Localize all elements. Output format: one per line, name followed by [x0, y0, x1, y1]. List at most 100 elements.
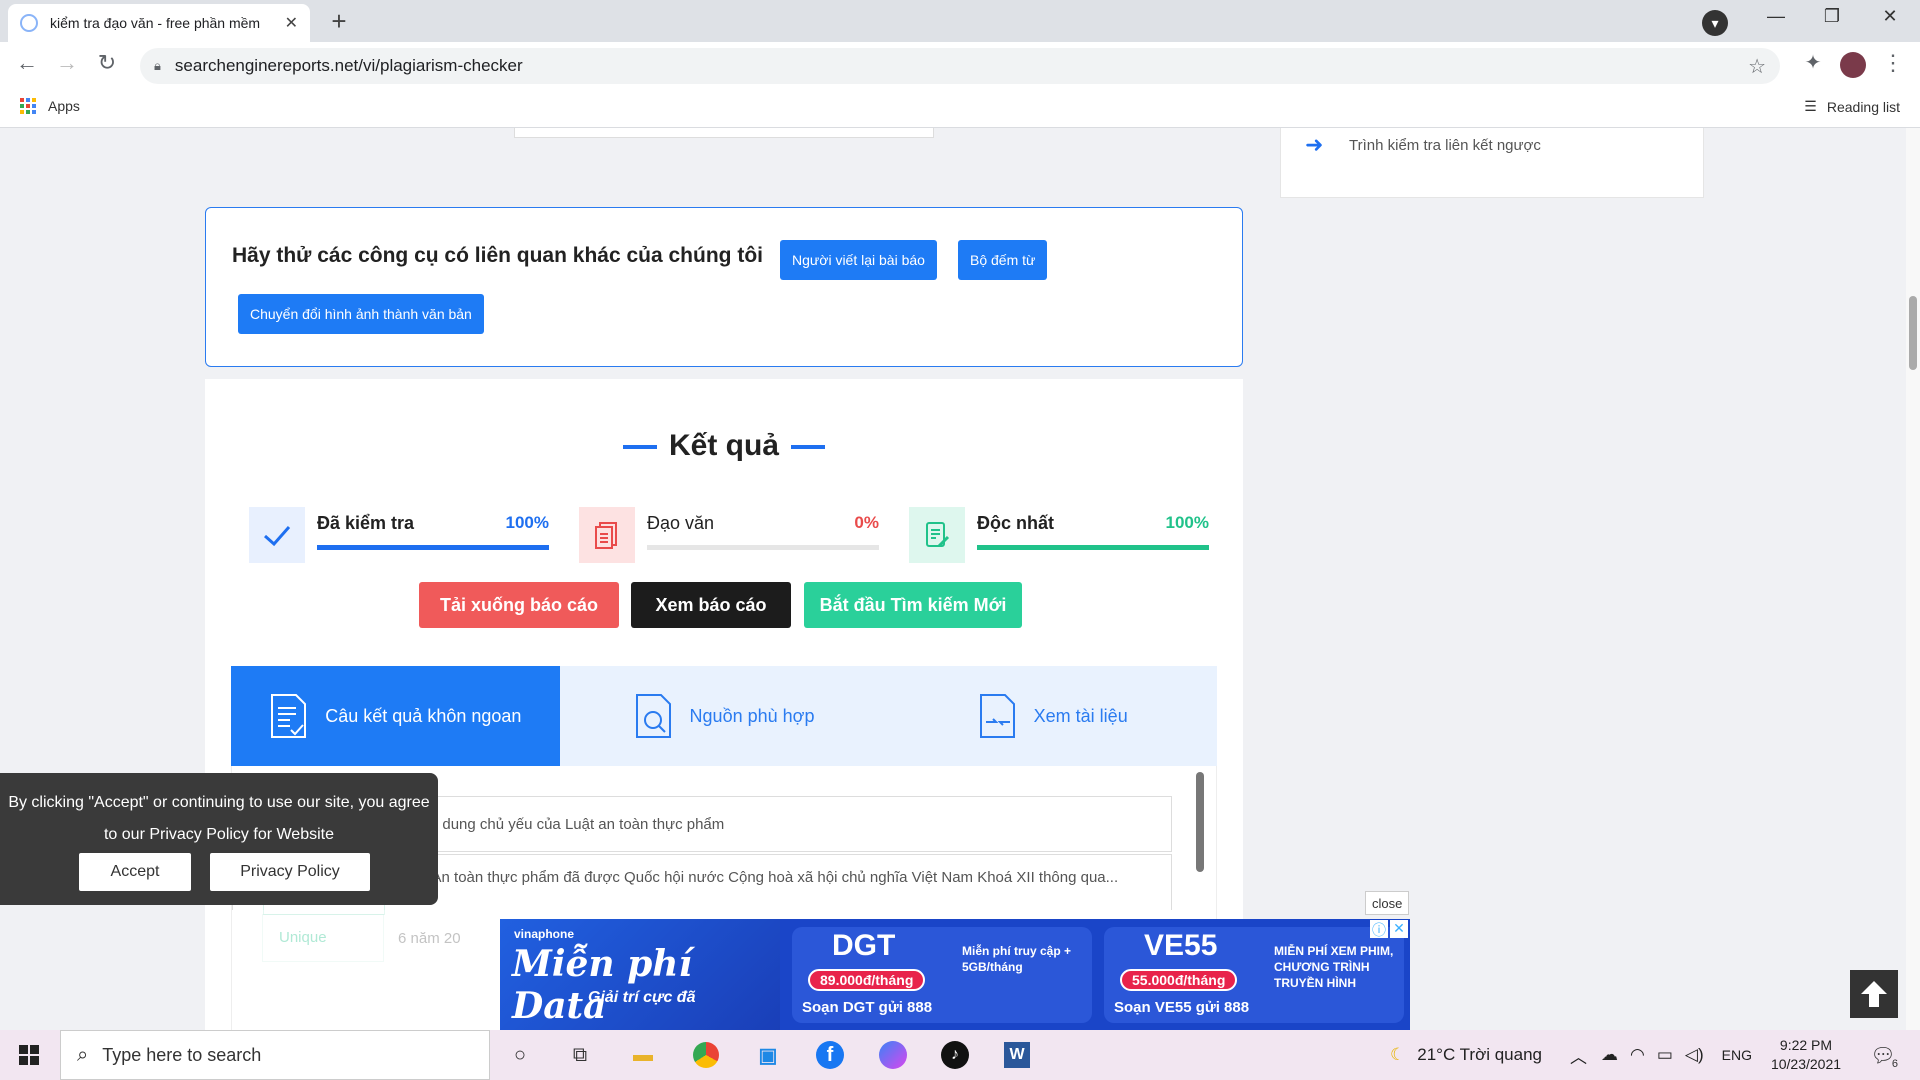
- article-rewriter-button[interactable]: Người viết lại bài báo: [780, 240, 937, 280]
- scrollbar-thumb[interactable]: [1909, 296, 1917, 370]
- related-tools-heading: Hãy thử các công cụ có liên quan khác củ…: [232, 244, 763, 267]
- new-tab-button[interactable]: +: [324, 6, 354, 37]
- facebook-icon[interactable]: f: [813, 1038, 847, 1072]
- taskbar-search-input[interactable]: ⌕ Type here to search: [60, 1030, 490, 1080]
- ad-package-dgt: DGT 89.000đ/tháng Soạn DGT gửi 888 Miễn …: [792, 927, 1092, 1023]
- tab-label: Nguồn phù hợp: [689, 705, 815, 726]
- arrow-up-icon: [1861, 981, 1887, 1007]
- stat-percent: 0%: [854, 513, 879, 532]
- results-title: Kết quả: [267, 429, 1181, 463]
- onedrive-icon[interactable]: ☁: [1601, 1045, 1618, 1065]
- stat-unique: Độc nhất 100%: [909, 507, 1209, 563]
- word-icon[interactable]: W: [1000, 1038, 1034, 1072]
- related-tools-box: Hãy thử các công cụ có liên quan khác củ…: [205, 207, 1243, 367]
- document-check-icon: [271, 694, 307, 738]
- profile-avatar[interactable]: [1840, 52, 1866, 78]
- package-code: DGT: [832, 929, 896, 962]
- task-view-icon[interactable]: ⧉: [563, 1038, 597, 1072]
- clock[interactable]: 9:22 PM 10/23/2021: [1766, 1036, 1846, 1074]
- search-icon: ⌕: [77, 1043, 89, 1066]
- ad-subheadline: Giải trí cực đã: [588, 989, 696, 1006]
- stat-percent: 100%: [505, 513, 549, 532]
- browser-tab[interactable]: kiểm tra đạo văn - free phần mềm ✕: [8, 4, 310, 42]
- minimize-button[interactable]: —: [1756, 6, 1796, 27]
- word-counter-button[interactable]: Bộ đếm từ: [958, 240, 1048, 280]
- system-tray: ☾ 21°C Trời quang ︿ ☁ ◠ ▭ ◁) ENG: [1390, 1030, 1752, 1080]
- page-scrollbar[interactable]: [1906, 128, 1920, 1030]
- address-bar[interactable]: 🔒︎ searchenginereports.net/vi/plagiarism…: [140, 48, 1780, 84]
- tab-matched-sources[interactable]: Nguồn phù hợp: [559, 666, 889, 766]
- apps-label: Apps: [48, 98, 80, 114]
- ad-headline: Miễn phí Data: [512, 943, 693, 1027]
- menu-icon[interactable]: ⋮: [1878, 50, 1908, 76]
- package-sms: Soạn DGT gửi 888: [802, 999, 933, 1016]
- unique-badge: Unique: [262, 914, 384, 962]
- clock-date: 10/23/2021: [1770, 1056, 1842, 1072]
- show-hidden-icons-icon[interactable]: ︿: [1570, 1043, 1587, 1068]
- image-to-text-button[interactable]: Chuyển đổi hình ảnh thành văn bản: [238, 294, 484, 334]
- bookmark-star-icon[interactable]: ☆: [1748, 54, 1766, 79]
- reload-icon[interactable]: ↻: [92, 50, 122, 76]
- package-note: MIỄN PHÍ XEM PHIM, CHƯƠNG TRÌNH TRUYỀN H…: [1274, 944, 1394, 990]
- package-price: 89.000đ/tháng: [808, 969, 926, 991]
- checkmark-icon: [249, 507, 305, 563]
- document-compare-icon: [979, 694, 1015, 738]
- ad-package-ve55: VE55 55.000đ/tháng Soạn VE55 gửi 888 MIỄ…: [1104, 927, 1404, 1023]
- restore-button[interactable]: ❐: [1812, 6, 1852, 27]
- package-code: VE55: [1144, 929, 1218, 962]
- ad-info-icon[interactable]: ⓘ: [1370, 920, 1388, 938]
- stat-plagiarism: Đạo văn 0%: [579, 507, 879, 563]
- sentence-text: 1. Nội dung chủ yếu của Luật an toàn thự…: [399, 815, 725, 833]
- forward-icon[interactable]: →: [52, 50, 82, 76]
- close-tab-icon[interactable]: ✕: [285, 13, 298, 33]
- stat-label: Đã kiểm tra: [317, 513, 415, 533]
- tab-search-icon[interactable]: ▾: [1702, 10, 1728, 36]
- document-search-icon: [635, 694, 671, 738]
- tab-label: Câu kết quả khôn ngoan: [325, 705, 522, 726]
- document-copy-icon: [579, 507, 635, 563]
- weather-text[interactable]: 21°C Trời quang: [1417, 1045, 1542, 1065]
- sidebar-link-backlink-checker[interactable]: Trình kiểm tra liên kết ngược: [1349, 137, 1541, 154]
- tab-label: Xem tài liệu: [1033, 705, 1128, 726]
- accept-button[interactable]: Accept: [79, 853, 191, 891]
- document-edit-icon: [909, 507, 965, 563]
- cortana-icon[interactable]: ○: [503, 1038, 537, 1072]
- teams-app-icon[interactable]: ▣: [751, 1038, 785, 1072]
- reading-list-button[interactable]: ☰ Reading list: [1804, 98, 1900, 115]
- stat-bar: [977, 545, 1209, 550]
- package-price: 55.000đ/tháng: [1120, 969, 1238, 991]
- download-report-button[interactable]: Tải xuống báo cáo: [419, 582, 619, 628]
- stat-label: Độc nhất: [977, 513, 1055, 533]
- stat-bar-fill: [317, 545, 549, 550]
- list-scrollbar[interactable]: [1196, 772, 1204, 872]
- language-indicator[interactable]: ENG: [1722, 1047, 1752, 1063]
- tab-sentence-results[interactable]: Câu kết quả khôn ngoan: [231, 666, 560, 766]
- tiktok-icon[interactable]: ♪: [938, 1038, 972, 1072]
- tab-view-document[interactable]: Xem tài liệu: [888, 666, 1218, 766]
- extensions-icon[interactable]: ✦: [1798, 50, 1828, 75]
- moon-weather-icon: ☾: [1390, 1045, 1406, 1064]
- windows-start-icon[interactable]: [12, 1038, 46, 1072]
- new-search-button[interactable]: Bắt đầu Tìm kiếm Mới: [804, 582, 1022, 628]
- volume-icon[interactable]: ◁): [1685, 1045, 1704, 1065]
- messenger-icon[interactable]: [876, 1038, 910, 1072]
- battery-icon[interactable]: ▭: [1657, 1045, 1673, 1065]
- file-explorer-icon[interactable]: ▬: [626, 1038, 660, 1072]
- scroll-to-top-button[interactable]: [1850, 970, 1898, 1018]
- clock-time: 9:22 PM: [1779, 1037, 1833, 1053]
- privacy-policy-button[interactable]: Privacy Policy: [210, 853, 370, 891]
- apps-shortcut[interactable]: Apps: [20, 98, 80, 114]
- close-ad-button[interactable]: close: [1365, 891, 1410, 915]
- stat-percent: 100%: [1165, 513, 1209, 532]
- back-icon[interactable]: ←: [12, 50, 42, 76]
- ad-banner[interactable]: vinaphone Miễn phí Data Giải trí cực đã …: [500, 919, 1410, 1030]
- chrome-icon[interactable]: [689, 1038, 723, 1072]
- lock-icon: 🔒︎: [154, 58, 161, 73]
- wifi-icon[interactable]: ◠: [1630, 1045, 1645, 1065]
- browser-toolbar: ← → ↻ 🔒︎ searchenginereports.net/vi/plag…: [0, 42, 1920, 90]
- ad-close-icon[interactable]: ✕: [1390, 920, 1408, 938]
- close-window-button[interactable]: ✕: [1870, 6, 1910, 27]
- view-report-button[interactable]: Xem báo cáo: [631, 582, 791, 628]
- notification-icon[interactable]: 💬︎ 6: [1866, 1038, 1900, 1072]
- arrow-right-icon: ➜: [1305, 132, 1324, 157]
